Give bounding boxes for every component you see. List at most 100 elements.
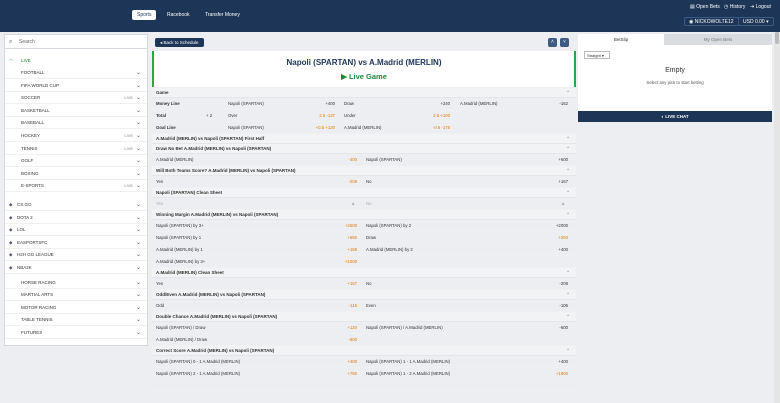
odds-value[interactable]: -208	[329, 176, 357, 188]
sidebar-item-hockey[interactable]: HOCKEY LIVE ⌄	[5, 130, 147, 142]
selection-label[interactable]: Napoli (SPARTAN)	[228, 98, 264, 110]
sidebar-item-e-sports[interactable]: E-SPORTS LIVE ⌄	[5, 180, 147, 193]
market-header-first-half[interactable]: A.Madrid (MERLIN) vs Napoli (SPARTAN) Fi…	[152, 134, 576, 144]
odds-value[interactable]: +120	[329, 322, 357, 334]
bet-type-select[interactable]: Straight ▾	[584, 51, 610, 59]
odds-value[interactable]: -0.5 -175	[422, 122, 450, 134]
selection-label[interactable]: A.Madrid (MERLIN) by 3+	[156, 256, 205, 268]
nav-transfer-money[interactable]: Transfer Money	[200, 10, 245, 20]
sidebar-item-martial-arts[interactable]: MARTIAL ARTS ⌄	[5, 289, 147, 302]
odds-value[interactable]: 2.5 -137	[307, 110, 335, 122]
odds-value[interactable]: +400	[540, 244, 568, 256]
expand-all-button[interactable]: ˅	[560, 38, 569, 47]
tab-my-open-bets[interactable]: My Open Bets	[664, 34, 772, 45]
market-header[interactable]: Winning Margin A.Madrid (MERLIN) vs Napo…	[152, 210, 576, 220]
selection-label[interactable]: Napoli (SPARTAN)	[366, 154, 402, 166]
odds-value[interactable]: -400	[329, 154, 357, 166]
odds-value[interactable]: +240	[422, 98, 450, 110]
nav-sports[interactable]: Sports	[132, 10, 157, 20]
market-header[interactable]: A.Madrid (MERLIN) Clean Sheet ⌃	[152, 268, 576, 278]
selection-label[interactable]: No	[366, 278, 372, 290]
market-header[interactable]: Draw No Bet A.Madrid (MERLIN) vs Napoli …	[152, 144, 576, 154]
sidebar-item-baseball[interactable]: BASEBALL ⌄	[5, 117, 147, 130]
odds-value[interactable]: -800	[329, 334, 357, 346]
odds-value[interactable]: +2500	[329, 220, 357, 232]
sidebar-item-soccer[interactable]: SOCCER LIVE ⌄	[5, 92, 147, 105]
scrollbar-thumb[interactable]	[775, 32, 779, 44]
selection-label[interactable]: Napoli (SPARTAN) by 1	[156, 232, 201, 244]
selection-label[interactable]: Napoli (SPARTAN)	[228, 122, 264, 134]
market-header[interactable]: Odd/Even A.Madrid (MERLIN) vs Napoli (SP…	[152, 290, 576, 300]
selection-label[interactable]: Yes	[156, 278, 163, 290]
odds-value[interactable]: +260	[540, 232, 568, 244]
sidebar-item-motor-racing[interactable]: MOTOR RACING ⌄	[5, 302, 147, 314]
selection-label[interactable]: Napoli (SPARTAN) 0 - 1 A.Madrid (MERLIN)	[156, 356, 240, 368]
selection-label[interactable]: Napoli (SPARTAN) 1 - 1 A.Madrid (MERLIN)	[366, 356, 450, 368]
selection-label[interactable]: Over	[228, 110, 237, 122]
user-menu[interactable]: ◉ NICKOWOLTE12	[684, 17, 739, 26]
selection-label[interactable]: Yes	[156, 198, 163, 210]
market-header-game[interactable]: Game ⌃	[152, 88, 576, 98]
odds-value[interactable]: -162	[540, 98, 568, 110]
selection-label[interactable]: Napoli (SPARTAN) by 2	[366, 220, 411, 232]
sidebar-item-football[interactable]: FOOTBALL ⌄	[5, 67, 147, 79]
selection-label[interactable]: A.Madrid (MERLIN)	[156, 154, 194, 166]
search-input[interactable]: ⌕ Search	[5, 35, 147, 49]
selection-label[interactable]: A.Madrid (MERLIN)	[460, 98, 498, 110]
sidebar-item-fifa-world-cup[interactable]: FIFA WORLD CUP ⌄	[5, 80, 147, 92]
market-header[interactable]: Correct Score A.Madrid (MERLIN) vs Napol…	[152, 346, 576, 356]
selection-label[interactable]: Napoli (SPARTAN) 1 - 2 A.Madrid (MERLIN)	[366, 368, 450, 380]
selection-label[interactable]: A.Madrid (MERLIN) / Draw	[156, 334, 207, 346]
odds-value[interactable]: +750	[329, 368, 357, 380]
sidebar-item-futures[interactable]: FUTURES ⌄	[5, 327, 147, 339]
selection-label[interactable]: Under	[344, 110, 356, 122]
odds-value[interactable]: +400	[307, 98, 335, 110]
selection-label[interactable]: Napoli (SPARTAN) / Draw	[156, 322, 205, 334]
sidebar-item-horse-racing[interactable]: HORSE RACING ⌄	[5, 277, 147, 289]
sidebar-category-easportsfc[interactable]: ◆ EASPORTSFC ⌄	[5, 237, 147, 249]
selection-label[interactable]: A.Madrid (MERLIN) by 2	[366, 244, 413, 256]
odds-value[interactable]: -208	[540, 278, 568, 290]
market-header[interactable]: Double Chance A.Madrid (MERLIN) vs Napol…	[152, 312, 576, 322]
odds-value[interactable]: -106	[540, 300, 568, 312]
selection-label[interactable]: Napoli (SPARTAN) by 3+	[156, 220, 204, 232]
sidebar-item-table-tennis[interactable]: TABLE TENNIS ⌄	[5, 314, 147, 327]
odds-value[interactable]: +1800	[540, 368, 568, 380]
odds-value[interactable]: +400	[329, 356, 357, 368]
sidebar-category-lol[interactable]: ◆ LOL ⌄	[5, 224, 147, 237]
sidebar-category-dota-2[interactable]: ◆ DOTA 2 ⌄	[5, 212, 147, 224]
odds-value[interactable]: +400	[540, 356, 568, 368]
selection-label[interactable]: Draw	[344, 98, 354, 110]
sidebar-category-nba2k[interactable]: ◆ NBA2K ⌄	[5, 262, 147, 274]
selection-label[interactable]: No	[366, 198, 372, 210]
open-bets-link[interactable]: ▤ Open Bets	[690, 4, 720, 11]
tab-betslip[interactable]: BetSlip	[578, 34, 664, 45]
sidebar-item-tennis[interactable]: TENNIS LIVE ⌄	[5, 143, 147, 155]
odds-value[interactable]: +650	[329, 232, 357, 244]
sidebar-item-boxing[interactable]: BOXING ⌄	[5, 168, 147, 180]
selection-label[interactable]: Odd	[156, 300, 164, 312]
page-scrollbar[interactable]	[774, 32, 780, 403]
selection-label[interactable]: A.Madrid (MERLIN) by 1	[156, 244, 203, 256]
history-link[interactable]: ◷ History	[724, 4, 745, 11]
selection-label[interactable]: A.Madrid (MERLIN)	[344, 122, 382, 134]
collapse-all-button[interactable]: ˄	[548, 38, 557, 47]
sidebar-category-cs-go[interactable]: ◆ CS:GO ⌄	[5, 199, 147, 211]
balance-dropdown[interactable]: USD 0.00 ▾	[738, 17, 774, 26]
selection-label[interactable]: No	[366, 176, 372, 188]
odds-value[interactable]: -115	[329, 300, 357, 312]
market-header[interactable]: Napoli (SPARTAN) Clean Sheet ⌃	[152, 188, 576, 198]
back-to-schedule-button[interactable]: ◂ Back to Schedule	[155, 38, 204, 47]
sidebar-item-golf[interactable]: GOLF ⌄	[5, 155, 147, 168]
nav-racebook[interactable]: Racebook	[162, 10, 195, 20]
market-header[interactable]: Will Both Teams Score? A.Madrid (MERLIN)…	[152, 166, 576, 176]
selection-label[interactable]: Napoli (SPARTAN) / A.Madrid (MERLIN)	[366, 322, 443, 334]
selection-label[interactable]: Draw	[366, 232, 376, 244]
odds-value[interactable]: +188	[329, 244, 357, 256]
logout-link[interactable]: ⇥ Logout	[750, 4, 771, 11]
sidebar-category-h2h-gg-league[interactable]: ◆ H2H GG LEAGUE ⌄	[5, 249, 147, 262]
live-chat-button[interactable]: ◐ LIVE CHAT	[578, 111, 772, 122]
selection-label[interactable]: Even	[366, 300, 376, 312]
selection-label[interactable]: Yes	[156, 176, 163, 188]
odds-value[interactable]: +167	[540, 176, 568, 188]
